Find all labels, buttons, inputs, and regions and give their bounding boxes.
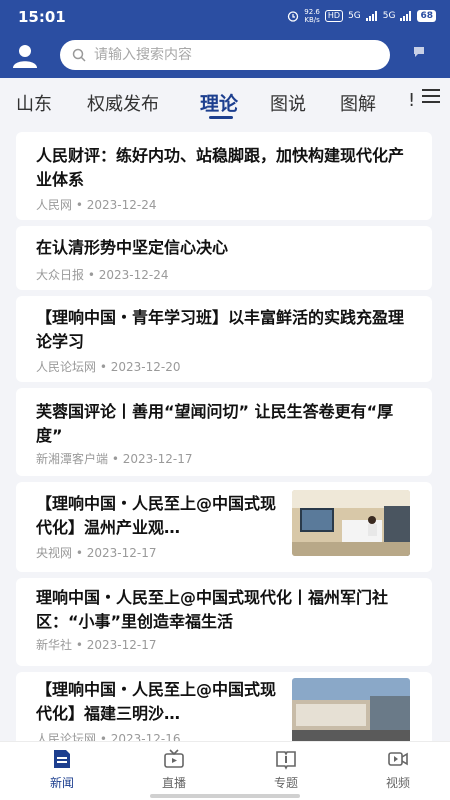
article-card[interactable]: 在认清形势中坚定信心决心 大众日报 • 2023-12-24	[16, 226, 432, 290]
article-source: 新华社	[36, 638, 73, 652]
article-source: 人民网	[36, 198, 73, 212]
status-time: 15:01	[18, 8, 66, 26]
message-icon[interactable]	[412, 44, 426, 58]
book-icon	[276, 751, 296, 770]
article-title: 在认清形势中坚定信心决心	[36, 238, 229, 257]
bottom-navigation: 新闻 直播 专题 视频	[0, 741, 450, 800]
user-avatar-icon[interactable]	[12, 44, 38, 68]
article-date: 2023-12-20	[110, 360, 181, 374]
article-card[interactable]: 【理响中国・人民至上@中国式现代化】温州产业观… 央视网 • 2023-12-1…	[16, 482, 432, 572]
article-date: 2023-12-24	[98, 268, 169, 282]
tab-more[interactable]: !	[408, 90, 415, 111]
article-title: 【理响中国・青年学习班】以丰富鲜活的实践充盈理论学习	[36, 308, 405, 351]
article-date: 2023-12-17	[86, 546, 157, 560]
signal-5g-b: 5G	[382, 11, 396, 21]
tab-infographic[interactable]: 图解	[340, 90, 376, 116]
active-tab-indicator	[209, 116, 233, 119]
hd-badge: HD	[324, 10, 344, 22]
article-title: 理响中国・人民至上@中国式现代化丨福州军门社区：“小事”里创造幸福生活	[36, 588, 389, 631]
article-meta: 新华社 • 2023-12-17	[36, 638, 157, 652]
net-speed: 92.6 KB/s	[304, 8, 320, 24]
article-title: 【理响中国・人民至上@中国式现代化】温州产业观…	[36, 494, 277, 537]
tab-theory[interactable]: 理论	[200, 89, 238, 116]
tab-authoritative[interactable]: 权威发布	[87, 90, 159, 116]
status-bar: 15:01 92.6 KB/s HD 5G 5G 68	[0, 0, 450, 34]
news-icon	[54, 750, 70, 768]
search-bar[interactable]	[60, 40, 390, 70]
article-title: 芙蓉国评论丨善用“望闻问切” 让民生答卷更有“厚度”	[36, 402, 394, 445]
category-tabs: 山东 权威发布 理论 图说 图解 !	[0, 78, 450, 124]
video-icon	[388, 752, 408, 766]
search-icon	[72, 48, 86, 62]
article-source: 新湘潭客户端	[36, 452, 109, 466]
tab-menu-icon[interactable]	[420, 86, 442, 106]
article-card[interactable]: 理响中国・人民至上@中国式现代化丨福州军门社区：“小事”里创造幸福生活 新华社 …	[16, 578, 432, 666]
article-card[interactable]: 【理响中国・人民至上@中国式现代化】福建三明沙… 人民论坛网 • 2023-12…	[16, 672, 432, 752]
status-icons: 92.6 KB/s HD 5G 5G 68	[287, 8, 436, 24]
signal-bars-icon	[365, 11, 377, 21]
signal-bars-icon-2	[400, 11, 412, 21]
app-header: 15:01 92.6 KB/s HD 5G 5G 68	[0, 0, 450, 78]
article-card[interactable]: 【理响中国・青年学习班】以丰富鲜活的实践充盈理论学习 人民论坛网 • 2023-…	[16, 296, 432, 382]
tv-icon	[164, 749, 184, 768]
article-meta: 新湘潭客户端 • 2023-12-17	[36, 452, 193, 466]
article-source: 大众日报	[36, 268, 85, 282]
signal-5g-a: 5G	[348, 11, 361, 21]
nav-news[interactable]: 新闻	[22, 748, 102, 791]
article-meta: 央视网 • 2023-12-17	[36, 546, 157, 560]
search-input[interactable]	[94, 47, 364, 63]
tab-photo-story[interactable]: 图说	[270, 90, 306, 116]
nav-video[interactable]: 视频	[358, 748, 438, 791]
tab-shandong[interactable]: 山东	[16, 90, 52, 116]
article-date: 2023-12-17	[122, 452, 193, 466]
nav-live[interactable]: 直播	[134, 748, 214, 791]
article-title: 人民财评：练好内功、站稳脚跟，加快构建现代化产业体系	[36, 146, 405, 189]
article-date: 2023-12-24	[86, 198, 157, 212]
alarm-icon	[288, 11, 299, 22]
article-date: 2023-12-17	[86, 638, 157, 652]
article-meta: 人民网 • 2023-12-24	[36, 198, 157, 212]
article-card[interactable]: 人民财评：练好内功、站稳脚跟，加快构建现代化产业体系 人民网 • 2023-12…	[16, 132, 432, 220]
article-meta: 人民论坛网 • 2023-12-20	[36, 360, 181, 374]
street-photo-thumbnail	[292, 678, 410, 744]
battery-level: 68	[417, 10, 436, 22]
article-source: 央视网	[36, 546, 73, 560]
article-source: 人民论坛网	[36, 360, 97, 374]
home-indicator	[150, 794, 300, 798]
nav-topics[interactable]: 专题	[246, 748, 326, 791]
article-title: 【理响中国・人民至上@中国式现代化】福建三明沙…	[36, 680, 277, 723]
office-photo-thumbnail	[292, 490, 410, 556]
article-meta: 大众日报 • 2023-12-24	[36, 268, 169, 282]
article-card[interactable]: 芙蓉国评论丨善用“望闻问切” 让民生答卷更有“厚度” 新湘潭客户端 • 2023…	[16, 388, 432, 476]
